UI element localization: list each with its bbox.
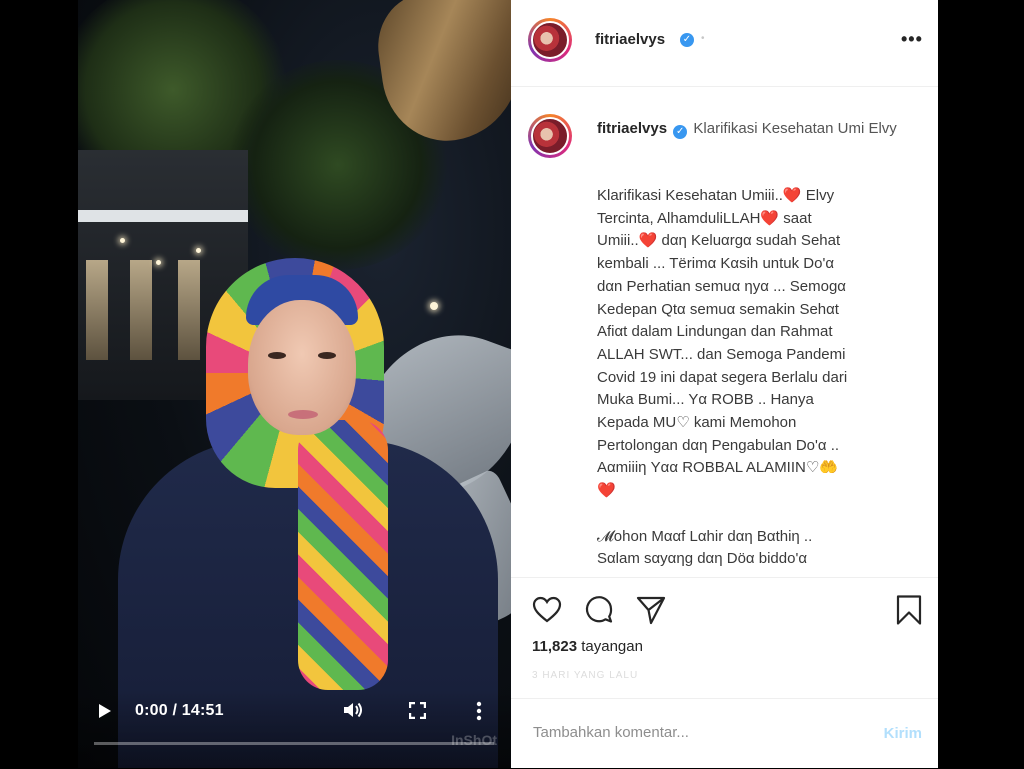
- post-header: fitriaelvys ✓ • •••: [511, 0, 938, 87]
- video-time: 0:00 / 14:51: [135, 702, 224, 719]
- person-eye: [318, 352, 336, 359]
- comment-bubble-icon[interactable]: [583, 594, 615, 626]
- add-comment-bar: Kirim: [511, 698, 938, 769]
- hijab-tail: [298, 420, 388, 690]
- garden-light: [430, 302, 438, 310]
- volume-icon[interactable]: [343, 700, 365, 720]
- post-date[interactable]: 3 HARI YANG LALU: [532, 670, 638, 681]
- verified-badge-icon: ✓: [680, 33, 694, 47]
- person-lips: [288, 410, 318, 419]
- caption-line: Aαmiiiη Yαα ROBBAL ALAMIIN♡🤲: [597, 459, 838, 477]
- caption-line: Afiαt dalam Lindungan dan Rahmat: [597, 323, 833, 341]
- caption-line: 𝓜ohon Mααf Lαhir dαη Bαthiη ..: [597, 527, 813, 545]
- fullscreen-icon[interactable]: [409, 702, 426, 719]
- caption-line: ALLAH SWT... dan Semoga Pandemi: [597, 345, 846, 363]
- view-count-number: 11,823: [532, 638, 578, 655]
- header-username[interactable]: fitriaelvys: [595, 31, 665, 48]
- comments-section: fitriaelvys ✓ Klarifikasi Kesehatan Umi …: [511, 87, 938, 577]
- bookmark-icon[interactable]: [893, 594, 925, 626]
- caption-line: Covid 19 ini dapat segera Berlalu dari: [597, 368, 848, 386]
- inshot-watermark: InShOt: [451, 732, 497, 748]
- comment-input[interactable]: [531, 723, 855, 742]
- video-progress-bar[interactable]: [94, 742, 494, 745]
- caption-body: Klarifikasi Kesehatan Umiii..❤️ Elvy Terc…: [597, 185, 907, 571]
- caption-line: Muka Bumi... Yα ROBB .. Hanya: [597, 391, 814, 409]
- caption-line: Pertolongan dαη Pengabulan Do'α ..: [597, 436, 840, 454]
- caption-line: [597, 503, 907, 526]
- post-panel: fitriaelvys ✓ • ••• fitriaelvys ✓ Klarif…: [511, 0, 938, 768]
- person-eye: [268, 352, 286, 359]
- caption-line: Klarifikasi Kesehatan Umiii..❤️ Elvy: [597, 187, 835, 204]
- post-comment-button[interactable]: Kirim: [884, 725, 922, 742]
- caption-line: dαn Perhatian semuα ηyα ... Semogα: [597, 277, 846, 295]
- caption-line: Kepada MU♡ kami Memohon: [597, 414, 797, 432]
- avatar[interactable]: [528, 18, 572, 62]
- view-count-label: tayangan: [581, 638, 643, 655]
- caption-line: ❤️: [597, 482, 616, 500]
- caption-header: fitriaelvys ✓ Klarifikasi Kesehatan Umi …: [597, 117, 897, 140]
- caption-line: Kedepan Qtα semuα semakin Sehαt: [597, 300, 839, 318]
- view-count[interactable]: 11,823 tayangan: [532, 638, 643, 655]
- avatar[interactable]: [528, 114, 572, 158]
- separator-dot: •: [701, 33, 705, 44]
- more-horizontal-icon[interactable]: •••: [901, 29, 923, 50]
- heart-outline-icon[interactable]: [531, 594, 563, 626]
- paper-plane-icon[interactable]: [635, 594, 667, 626]
- verified-badge-icon: ✓: [673, 125, 688, 139]
- caption-title: Klarifikasi Kesehatan Umi Elvy: [693, 120, 897, 137]
- video-controls: 0:00 / 14:51 InShOt: [78, 690, 511, 768]
- more-options-icon[interactable]: [476, 701, 482, 721]
- caption-line: Sαlam sαyαηg dαη Döα biddo'α: [597, 550, 807, 568]
- caption-line: kembali ... Tërimα Kαsih untuk Do'α: [597, 255, 835, 273]
- caption-line: Umiii..❤️ dαη Keluαrgα sudah Sehat: [597, 232, 841, 250]
- play-icon[interactable]: [98, 703, 112, 719]
- post-actions: 11,823 tayangan 3 HARI YANG LALU: [511, 577, 938, 698]
- caption-line: Tercinta, AlhamduliLLAH❤️ saat: [597, 209, 812, 227]
- caption-username[interactable]: fitriaelvys: [597, 120, 667, 137]
- video-player[interactable]: [78, 0, 511, 768]
